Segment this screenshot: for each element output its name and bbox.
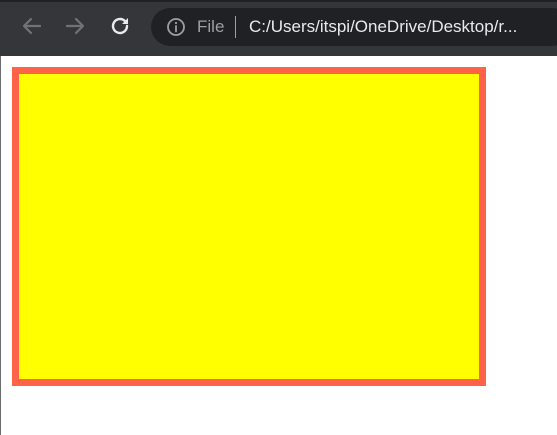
yellow-box	[12, 67, 486, 386]
browser-window: File C:/Users/itspi/OneDrive/Desktop/r..…	[0, 0, 557, 435]
forward-button[interactable]	[61, 12, 89, 40]
window-left-edge	[0, 56, 1, 435]
address-bar[interactable]: File C:/Users/itspi/OneDrive/Desktop/r..…	[151, 8, 557, 46]
tab-strip-edge	[0, 0, 557, 2]
arrow-left-icon	[22, 17, 42, 35]
page-content	[0, 56, 557, 435]
reload-button[interactable]	[106, 12, 134, 40]
url-text[interactable]: C:/Users/itspi/OneDrive/Desktop/r...	[249, 17, 517, 37]
reload-icon	[111, 17, 129, 35]
scheme-label: File	[197, 17, 225, 36]
info-icon[interactable]	[166, 17, 186, 37]
back-button[interactable]	[18, 12, 46, 40]
browser-toolbar: File C:/Users/itspi/OneDrive/Desktop/r..…	[0, 0, 557, 56]
arrow-right-icon	[65, 17, 85, 35]
address-divider	[235, 16, 236, 38]
